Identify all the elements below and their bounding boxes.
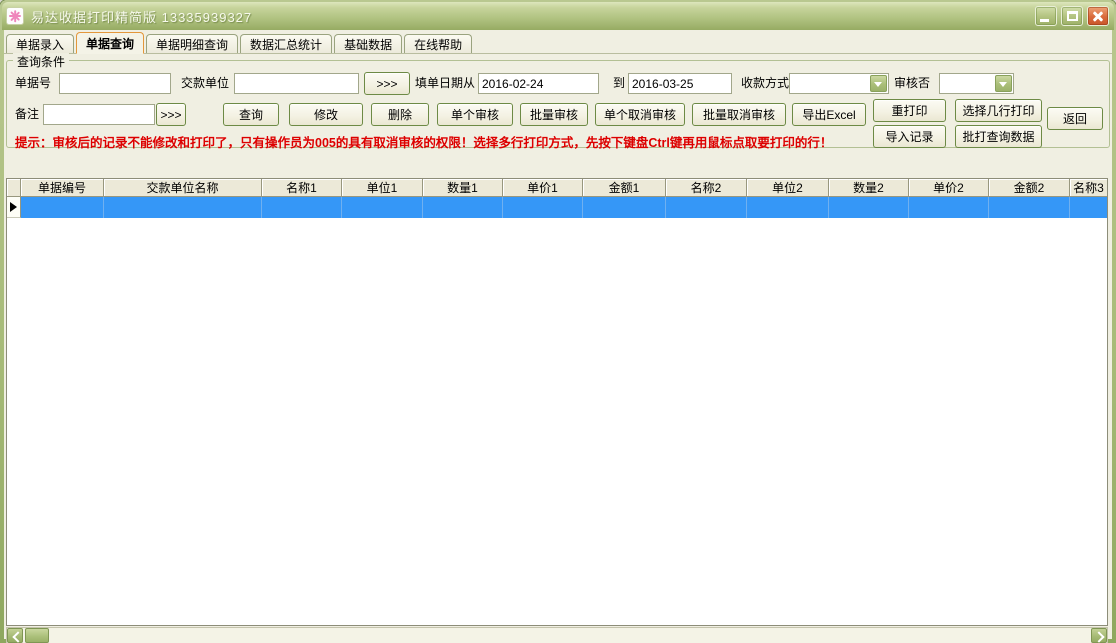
column-header[interactable]: 数量2 bbox=[829, 179, 909, 197]
cell[interactable] bbox=[1070, 197, 1107, 218]
client-area: 单据录入 单据查询 单据明细查询 数据汇总统计 基础数据 在线帮助 查询条件 单… bbox=[4, 30, 1112, 639]
payer-unit-label: 交款单位 bbox=[181, 73, 229, 93]
date-from-input[interactable] bbox=[478, 73, 599, 94]
audited-select[interactable] bbox=[939, 73, 1014, 94]
cell[interactable] bbox=[21, 197, 104, 218]
maximize-button[interactable] bbox=[1061, 6, 1083, 26]
tab-receipt-entry[interactable]: 单据录入 bbox=[6, 34, 74, 53]
table-row-selected[interactable] bbox=[7, 197, 1107, 218]
payment-method-label: 收款方式 bbox=[741, 73, 789, 93]
cell[interactable] bbox=[104, 197, 262, 218]
tab-receipt-detail-query[interactable]: 单据明细查询 bbox=[146, 34, 238, 53]
cell[interactable] bbox=[747, 197, 829, 218]
column-header[interactable]: 数量1 bbox=[423, 179, 503, 197]
pink-flower-icon bbox=[7, 8, 23, 24]
cell[interactable] bbox=[342, 197, 423, 218]
row-selector-cell[interactable] bbox=[7, 197, 21, 218]
titlebar: 易达收据打印精简版 13335939327 bbox=[2, 2, 1114, 30]
column-header[interactable]: 名称1 bbox=[262, 179, 342, 197]
select-rows-print-button[interactable]: 选择几行打印 bbox=[955, 99, 1042, 122]
cell[interactable] bbox=[829, 197, 909, 218]
chevron-down-icon[interactable] bbox=[995, 75, 1012, 92]
reprint-button[interactable]: 重打印 bbox=[873, 99, 946, 122]
scroll-left-button[interactable] bbox=[7, 628, 23, 643]
maximize-icon bbox=[1067, 11, 1078, 21]
batch-audit-button[interactable]: 批量审核 bbox=[520, 103, 588, 126]
cell[interactable] bbox=[583, 197, 666, 218]
tab-data-summary[interactable]: 数据汇总统计 bbox=[240, 34, 332, 53]
cell[interactable] bbox=[503, 197, 583, 218]
chevron-down-icon[interactable] bbox=[870, 75, 887, 92]
window-controls bbox=[1035, 6, 1109, 26]
receipt-no-input[interactable] bbox=[59, 73, 171, 94]
cell[interactable] bbox=[423, 197, 503, 218]
column-header[interactable]: 单价1 bbox=[503, 179, 583, 197]
audited-label: 审核否 bbox=[894, 73, 930, 93]
import-records-button[interactable]: 导入记录 bbox=[873, 125, 946, 148]
scrollbar-thumb[interactable] bbox=[25, 628, 49, 643]
single-unaudit-button[interactable]: 单个取消审核 bbox=[595, 103, 685, 126]
column-header[interactable]: 单据编号 bbox=[21, 179, 104, 197]
query-page: 查询条件 单据号 交款单位 >>> 填单日期从 到 收款方式 审核否 bbox=[4, 55, 1112, 639]
grid-header: 单据编号 交款单位名称 名称1 单位1 数量1 单价1 金额1 名称2 单位2 … bbox=[7, 179, 1107, 197]
payer-unit-input[interactable] bbox=[234, 73, 359, 94]
delete-button[interactable]: 删除 bbox=[371, 103, 429, 126]
records-grid[interactable]: 单据编号 交款单位名称 名称1 单位1 数量1 单价1 金额1 名称2 单位2 … bbox=[6, 178, 1108, 626]
tab-bar: 单据录入 单据查询 单据明细查询 数据汇总统计 基础数据 在线帮助 bbox=[4, 32, 1112, 54]
modify-button[interactable]: 修改 bbox=[289, 103, 363, 126]
row-selector-header bbox=[7, 179, 21, 197]
column-header[interactable]: 名称3 bbox=[1070, 179, 1107, 197]
scroll-right-button[interactable] bbox=[1091, 628, 1107, 643]
minimize-icon bbox=[1040, 19, 1049, 22]
minimize-button[interactable] bbox=[1035, 6, 1057, 26]
cell[interactable] bbox=[989, 197, 1070, 218]
remark-label: 备注 bbox=[15, 104, 39, 124]
payment-method-select[interactable] bbox=[789, 73, 889, 94]
export-excel-button[interactable]: 导出Excel bbox=[792, 103, 866, 126]
query-conditions-groupbox: 查询条件 单据号 交款单位 >>> 填单日期从 到 收款方式 审核否 bbox=[6, 60, 1110, 148]
tab-receipt-query[interactable]: 单据查询 bbox=[76, 32, 144, 54]
remark-lookup-button[interactable]: >>> bbox=[156, 103, 186, 126]
tab-base-data[interactable]: 基础数据 bbox=[334, 34, 402, 53]
window-title: 易达收据打印精简版 13335939327 bbox=[31, 7, 252, 26]
query-button[interactable]: 查询 bbox=[223, 103, 279, 126]
return-button[interactable]: 返回 bbox=[1047, 107, 1103, 130]
column-header[interactable]: 单价2 bbox=[909, 179, 989, 197]
remark-input[interactable] bbox=[43, 104, 155, 125]
audit-hint-text: 提示：审核后的记录不能修改和打印了，只有操作员为005的具有取消审核的权限！选择… bbox=[15, 132, 832, 151]
column-header[interactable]: 单位2 bbox=[747, 179, 829, 197]
cell[interactable] bbox=[666, 197, 747, 218]
groupbox-title: 查询条件 bbox=[13, 53, 69, 70]
close-button[interactable] bbox=[1087, 6, 1109, 26]
column-header[interactable]: 金额1 bbox=[583, 179, 666, 197]
batch-unaudit-button[interactable]: 批量取消审核 bbox=[692, 103, 786, 126]
app-window: 易达收据打印精简版 13335939327 单据录入 单据查询 单据明细查询 数… bbox=[0, 0, 1116, 643]
date-from-label: 填单日期从 bbox=[415, 73, 475, 93]
cell[interactable] bbox=[909, 197, 989, 218]
horizontal-scrollbar[interactable] bbox=[6, 627, 1108, 643]
column-header[interactable]: 名称2 bbox=[666, 179, 747, 197]
date-to-label: 到 bbox=[613, 73, 625, 93]
payer-lookup-button[interactable]: >>> bbox=[364, 72, 410, 95]
right-triangle-icon bbox=[10, 202, 17, 212]
receipt-no-label: 单据号 bbox=[15, 73, 51, 93]
column-header[interactable]: 金额2 bbox=[989, 179, 1070, 197]
cell[interactable] bbox=[262, 197, 342, 218]
tab-online-help[interactable]: 在线帮助 bbox=[404, 34, 472, 53]
batch-print-query-button[interactable]: 批打查询数据 bbox=[955, 125, 1042, 148]
column-header[interactable]: 单位1 bbox=[342, 179, 423, 197]
column-header[interactable]: 交款单位名称 bbox=[104, 179, 262, 197]
single-audit-button[interactable]: 单个审核 bbox=[437, 103, 513, 126]
date-to-input[interactable] bbox=[628, 73, 732, 94]
